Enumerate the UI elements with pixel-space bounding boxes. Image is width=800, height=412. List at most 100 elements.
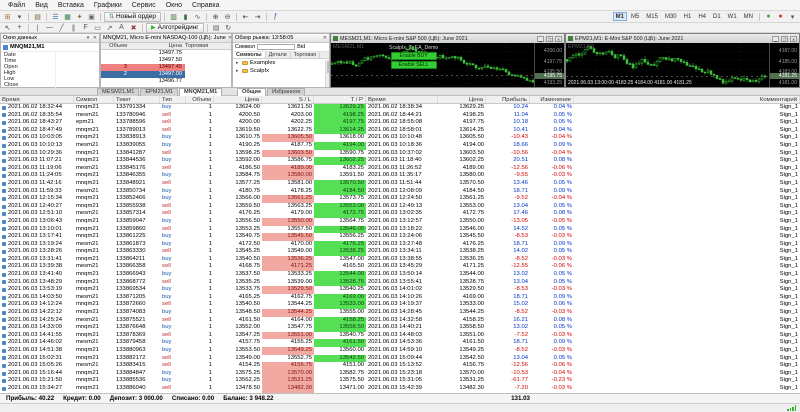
history-row[interactable]: 2021.06.03 14:51:38mnqm21133880963buy113… <box>0 347 800 355</box>
tab-избранное[interactable]: Избранное <box>267 88 305 96</box>
zoom-out-icon[interactable]: ⊖ <box>222 12 233 22</box>
chart-restore-icon[interactable]: ❐ <box>781 36 788 42</box>
dom-price-level[interactable]: 13496.77 <box>101 78 231 85</box>
ea-enable-sell-button[interactable]: Enable SELL <box>391 61 437 69</box>
close-icon[interactable]: ✕ <box>323 34 327 42</box>
more-tools-icon[interactable]: ▾ <box>787 12 798 22</box>
new-chart-icon[interactable]: ⊞ <box>2 12 13 22</box>
crosshair-icon[interactable]: + <box>14 23 25 33</box>
col-header-10[interactable]: Цена <box>438 96 486 103</box>
chart-minimize-icon[interactable]: ▁ <box>772 36 779 42</box>
history-row[interactable]: 2021.06.03 12:51:10mesm21133857314sell14… <box>0 210 800 218</box>
timeframe-m30[interactable]: M30 <box>662 12 680 21</box>
history-row[interactable]: 2021.06.03 10:03:05mnqm21133838913buy113… <box>0 134 800 142</box>
timeframe-h1[interactable]: H1 <box>681 12 695 21</box>
history-row[interactable]: 2021.06.02 18:35:54mesm21133780946sell14… <box>0 112 800 120</box>
col-header-8[interactable]: T / P <box>314 96 366 103</box>
history-row[interactable]: 2021.06.03 14:41:55mnqm21133878369sell11… <box>0 332 800 340</box>
timeframe-m5[interactable]: M5 <box>628 12 642 21</box>
expander-icon[interactable]: ▸ <box>236 60 240 66</box>
expander-icon[interactable]: ▸ <box>236 68 240 74</box>
tab-торговая[interactable]: Торговая <box>291 52 320 58</box>
profiles-icon[interactable]: ▤ <box>32 12 43 22</box>
timeframe-h4[interactable]: H4 <box>695 12 709 21</box>
dom-price-level[interactable]: 13497.75 <box>101 50 231 57</box>
horizontal-line-icon[interactable]: ― <box>44 23 55 33</box>
fibonacci-icon[interactable]: F <box>80 23 91 33</box>
channel-icon[interactable]: ∥ <box>68 23 79 33</box>
menu-window[interactable]: Окно <box>161 0 187 11</box>
history-row[interactable]: 2021.06.03 13:53:19mnqm21133869534buy113… <box>0 286 800 294</box>
menu-help[interactable]: Справка <box>187 0 224 11</box>
market-watch-icon[interactable]: ☰ <box>50 12 61 22</box>
bar-chart-icon[interactable]: ▥ <box>168 12 179 22</box>
tab-символы[interactable]: Символы <box>233 52 266 58</box>
history-row[interactable]: 2021.06.03 14:33:09mnqm21133876648buy113… <box>0 324 800 332</box>
history-row[interactable]: 2021.06.03 13:06:43mnqm21133859047buy113… <box>0 218 800 226</box>
timeframe-m15[interactable]: M15 <box>643 12 661 21</box>
indicators-icon[interactable]: ƒ <box>270 12 281 22</box>
connection-status-icon[interactable] <box>787 405 796 411</box>
zoom-in-icon[interactable]: ⊕ <box>210 12 221 22</box>
history-row[interactable]: 2021.06.03 10:10:13mesm21133839055buy141… <box>0 142 800 150</box>
history-row[interactable]: 2021.06.03 13:17:41mnqm21133861225buy113… <box>0 233 800 241</box>
chart-minimize-icon[interactable]: ▁ <box>537 36 544 42</box>
history-row[interactable]: 2021.06.03 15:02:31mnqm21133882172sell11… <box>0 355 800 363</box>
new-order-button[interactable]: ⇅Новый ордер <box>104 12 161 22</box>
history-row[interactable]: 2021.06.03 13:48:29mnqm21133868772sell11… <box>0 279 800 287</box>
history-row[interactable]: 2021.06.03 13:19:24mesm21133861873buy141… <box>0 241 800 249</box>
history-row[interactable]: 2021.06.03 11:07:21mnqm21133844536buy113… <box>0 157 800 165</box>
data-window-symbol[interactable]: MNQM21,M1 <box>1 43 99 52</box>
tester-icon[interactable]: ▤ <box>211 23 222 33</box>
col-header-11[interactable]: Прибыль <box>486 96 530 103</box>
history-row[interactable]: 2021.06.03 15:21:50mnqm21133885536buy113… <box>0 377 800 385</box>
line-chart-icon[interactable]: ∿ <box>192 12 203 22</box>
history-row[interactable]: 2021.06.03 15:05:26mesm21133883415sell14… <box>0 362 800 370</box>
history-row[interactable]: 2021.06.03 13:10:01mnqm21133859860sell11… <box>0 226 800 234</box>
menu-file[interactable]: Файл <box>3 0 30 11</box>
shapes-icon[interactable]: ▭ <box>92 23 103 33</box>
chart-title-bar[interactable]: EPM21,M1: E-Mini S&P 500 (ЦБ): June 2021… <box>566 34 799 43</box>
candle-chart-icon[interactable]: ▮ <box>180 12 191 22</box>
chart-tab-mnqm21m1[interactable]: MNQM21,M1 <box>179 88 222 96</box>
close-icon[interactable]: ✕ <box>228 34 231 42</box>
chart-body[interactable]: 4200.004197.754195.504193.254195.75MESM2… <box>331 43 564 87</box>
toolbox-icon[interactable]: ▣ <box>86 12 97 22</box>
dom-price-level[interactable]: 213497.00 <box>101 71 231 78</box>
history-row[interactable]: 2021.06.03 11:19:06mesm21133845176sell14… <box>0 165 800 173</box>
history-row[interactable]: 2021.06.03 15:34:27mnqm21133886040sell11… <box>0 385 800 393</box>
history-row[interactable]: 2021.06.03 11:59:33mesm21133850734buy141… <box>0 188 800 196</box>
history-row[interactable]: 2021.06.03 13:31:41mnqm21133864211buy113… <box>0 256 800 264</box>
symbol-search-input[interactable] <box>257 44 295 50</box>
history-row[interactable]: 2021.06.02 18:47:49mnqm21133789013sell11… <box>0 127 800 135</box>
delete-objects-icon[interactable]: ✖ <box>128 23 139 33</box>
arrow-object-icon[interactable]: ↗ <box>104 23 115 33</box>
auto-scroll-icon[interactable]: ⇤ <box>240 12 251 22</box>
chart-title-bar[interactable]: MESM21,M1: Micro E-mini S&P 500 (ЦБ): Ju… <box>331 34 564 43</box>
algo-trading-button[interactable]: ▶Алготрейдинг <box>146 23 204 33</box>
chart-restore-icon[interactable]: ❐ <box>546 36 553 42</box>
trendline-icon[interactable]: ╱ <box>56 23 67 33</box>
text-object-icon[interactable]: A <box>116 23 127 33</box>
col-header-6[interactable]: Цена <box>214 96 262 103</box>
algo-status-icon[interactable]: ● <box>763 12 774 22</box>
menu-view[interactable]: Вид <box>30 0 53 11</box>
history-row[interactable]: 2021.06.02 18:32:44mnqm21133791334buy113… <box>0 104 800 112</box>
col-header-9[interactable]: Время <box>366 96 438 103</box>
history-row[interactable]: 2021.06.03 15:16:44mnqm21133884847buy113… <box>0 370 800 378</box>
col-header-3[interactable]: Тикет <box>114 96 160 103</box>
navigator-icon[interactable]: ✦ <box>74 12 85 22</box>
col-header-2[interactable]: Символ <box>74 96 114 103</box>
dom-price-level[interactable]: 313497.45 <box>101 64 231 71</box>
history-row[interactable]: 2021.06.03 13:28:26mnqm21133863330sell11… <box>0 248 800 256</box>
history-row[interactable]: 2021.06.03 11:24:05mnqm21133846355buy113… <box>0 172 800 180</box>
tree-item-examples[interactable]: ▸Examples <box>233 59 329 67</box>
history-row[interactable]: 2021.06.03 14:12:24mnqm21133872660sell11… <box>0 301 800 309</box>
history-row[interactable]: 2021.06.03 14:22:12mnqm21133874083buy113… <box>0 309 800 317</box>
col-header-12[interactable]: Изменение <box>530 96 574 103</box>
chart-close-icon[interactable]: ✕ <box>790 36 797 42</box>
notifications-icon[interactable]: ● <box>775 12 786 22</box>
history-row[interactable]: 2021.06.03 12:40:27mnqm21133855938sell11… <box>0 203 800 211</box>
chart-close-icon[interactable]: ✕ <box>555 36 562 42</box>
menu-insert[interactable]: Вставка <box>53 0 89 11</box>
